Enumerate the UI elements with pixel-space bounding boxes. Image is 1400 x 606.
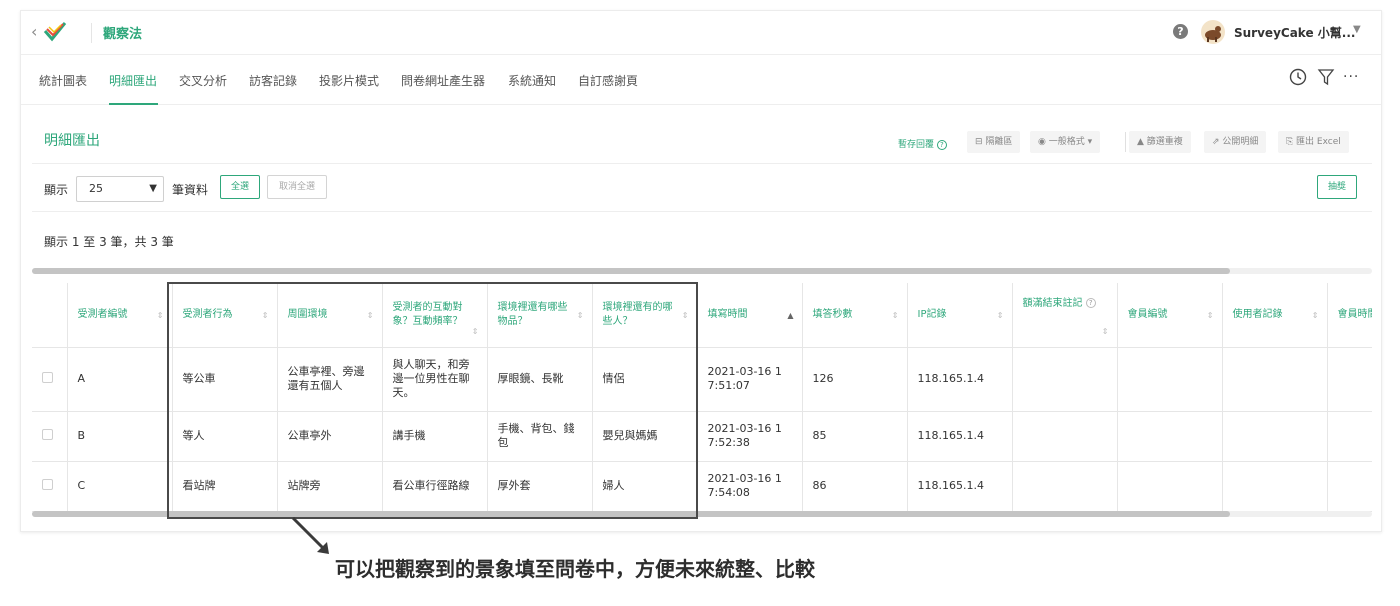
surveycake-logo-icon[interactable]	[43, 21, 67, 43]
row-checkbox-cell	[32, 411, 68, 462]
isolation-button[interactable]: ⊟ 隔離區	[967, 131, 1021, 153]
save-reply-link[interactable]: 暫存回覆 ?	[898, 137, 947, 150]
sort-icon[interactable]: ⇕	[1312, 309, 1319, 323]
column-header[interactable]: 會員編號 ⇕	[1117, 283, 1223, 348]
table-cell	[1012, 461, 1118, 512]
table-cell	[1222, 347, 1328, 412]
sort-icon[interactable]: ⇕	[1207, 309, 1214, 323]
records-label: 筆資料	[172, 183, 209, 197]
question-circle-icon[interactable]: ?	[1173, 24, 1188, 39]
divider	[32, 211, 1372, 212]
table-cell: 86	[802, 461, 908, 512]
tab-statistics[interactable]: 統計圖表	[39, 72, 87, 89]
lottery-button[interactable]: 抽獎	[1317, 175, 1357, 199]
tab-notifications[interactable]: 系統通知	[508, 72, 556, 89]
row-checkbox-cell	[32, 347, 68, 412]
table-cell: 118.165.1.4	[907, 411, 1013, 462]
table-cell	[1117, 347, 1223, 412]
top-bar: ‹ 觀察法 ? SurveyCake 小幫... ▼	[21, 11, 1381, 55]
chevron-left-icon[interactable]: ‹	[31, 22, 37, 41]
sort-icon[interactable]: ⇕	[1102, 325, 1109, 339]
clock-icon[interactable]	[1289, 68, 1307, 86]
table-cell: 2021-03-16 17:52:38	[697, 411, 803, 462]
avatar[interactable]	[1201, 20, 1225, 44]
horizontal-scrollbar[interactable]	[32, 268, 1372, 274]
sort-ascending-icon[interactable]: ▲	[787, 309, 793, 323]
sort-icon[interactable]: ⇕	[892, 309, 899, 323]
user-name[interactable]: SurveyCake 小幫...	[1234, 24, 1355, 41]
column-header[interactable]: 填答秒數 ⇕	[802, 283, 908, 348]
table-cell	[1222, 461, 1328, 512]
table-cell: 118.165.1.4	[907, 461, 1013, 512]
table-cell	[1327, 347, 1372, 412]
row-checkbox-cell	[32, 461, 68, 512]
tab-bar: 統計圖表 明細匯出 交叉分析 訪客記錄 投影片模式 問卷網址產生器 系統通知 自…	[21, 55, 1381, 105]
select-column-header	[32, 283, 68, 348]
chevron-down-icon: ▼	[149, 183, 157, 194]
table-cell	[1117, 461, 1223, 512]
table-cell: C	[67, 461, 173, 512]
table-cell	[1117, 411, 1223, 462]
tab-url-generator[interactable]: 問卷網址產生器	[401, 72, 485, 89]
more-icon[interactable]: ···	[1343, 69, 1359, 85]
divider	[32, 163, 1372, 164]
question-circle-icon: ?	[936, 139, 947, 150]
page-size-select[interactable]: 25 ▼	[76, 176, 164, 202]
table-cell: B	[67, 411, 173, 462]
tab-cross-analysis[interactable]: 交叉分析	[179, 72, 227, 89]
table-cell: 126	[802, 347, 908, 412]
tab-visitor-log[interactable]: 訪客記錄	[249, 72, 297, 89]
table-cell	[1222, 411, 1328, 462]
divider	[91, 23, 92, 43]
table-cell: A	[67, 347, 173, 412]
table-cell: 2021-03-16 17:54:08	[697, 461, 803, 512]
select-all-button[interactable]: 全選	[220, 175, 260, 199]
row-checkbox[interactable]	[42, 428, 53, 440]
survey-title[interactable]: 觀察法	[103, 23, 142, 42]
column-header[interactable]: 使用者記錄 ⇕	[1222, 283, 1328, 348]
deselect-all-button[interactable]: 取消全選	[267, 175, 327, 199]
scrollbar-thumb[interactable]	[32, 268, 1230, 274]
column-header[interactable]: IP記錄 ⇕	[907, 283, 1013, 348]
public-detail-button[interactable]: ⇗ 公開明細	[1204, 131, 1267, 153]
table-cell	[1327, 461, 1372, 512]
column-header[interactable]: 額滿結束註記 ? ⇕	[1012, 283, 1118, 348]
question-circle-icon: ?	[1085, 298, 1096, 308]
show-label: 顯示	[44, 183, 69, 197]
format-dropdown[interactable]: ◉ 一般格式 ▾	[1030, 131, 1101, 153]
row-checkbox[interactable]	[42, 478, 53, 490]
highlight-box	[167, 282, 698, 519]
table-cell: 85	[802, 411, 908, 462]
tab-slideshow[interactable]: 投影片模式	[319, 72, 379, 89]
tab-thank-you-page[interactable]: 自訂感謝頁	[578, 72, 638, 89]
table-cell: 118.165.1.4	[907, 347, 1013, 412]
table-cell	[1012, 411, 1118, 462]
column-header[interactable]: 會員時間	[1327, 283, 1372, 348]
caret-down-icon[interactable]: ▼	[1353, 24, 1361, 35]
sort-icon[interactable]: ⇕	[157, 309, 164, 323]
divider	[1125, 132, 1126, 152]
sort-icon[interactable]: ⇕	[997, 309, 1004, 323]
table-cell	[1012, 347, 1118, 412]
table-cell	[1327, 411, 1372, 462]
column-header[interactable]: 受測者編號 ⇕	[67, 283, 173, 348]
filter-duplicate-button[interactable]: ▲ 篩選重複	[1129, 131, 1191, 153]
export-excel-button[interactable]: ⎘ 匯出 Excel	[1278, 131, 1349, 153]
column-header[interactable]: 填寫時間 ▲	[697, 283, 803, 348]
filter-icon[interactable]	[1317, 68, 1335, 86]
annotation-caption: 可以把觀察到的景象填至問卷中，方便未來統整、比較	[335, 557, 815, 581]
record-summary: 顯示 1 至 3 筆，共 3 筆	[44, 235, 174, 249]
tab-detail-export[interactable]: 明細匯出	[109, 72, 157, 89]
table-cell: 2021-03-16 17:51:07	[697, 347, 803, 412]
active-tab-indicator	[109, 103, 158, 105]
section-title: 明細匯出	[44, 133, 100, 149]
row-checkbox[interactable]	[42, 371, 53, 383]
